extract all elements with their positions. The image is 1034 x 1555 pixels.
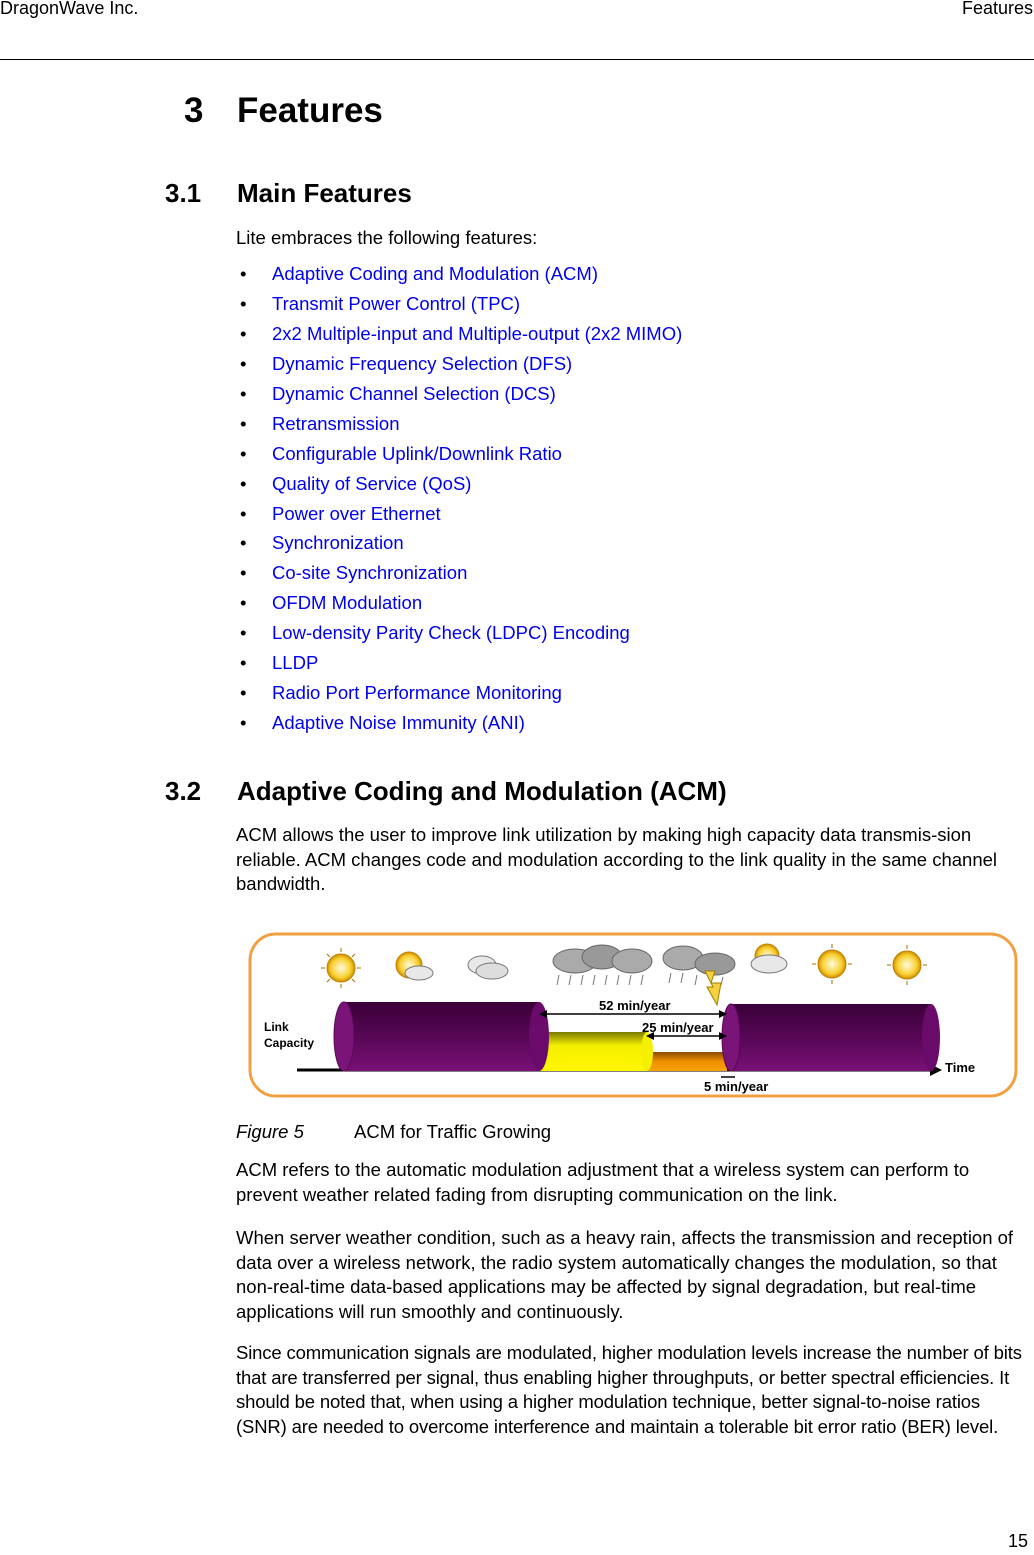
list-item: • Low-density Parity Check (LDPC) Encodin…: [236, 620, 682, 650]
list-item: • Adaptive Noise Immunity (ANI): [236, 710, 682, 740]
list-item: • Dynamic Frequency Selection (DFS): [236, 351, 682, 381]
section-3-2-heading: 3.2 Adaptive Coding and Modulation (ACM): [165, 776, 727, 807]
page-number: 15: [1007, 1531, 1028, 1551]
bullet: •: [240, 562, 247, 584]
list-item: • Co-site Synchronization: [236, 560, 682, 590]
high-capacity-cylinder-left: [344, 1002, 539, 1071]
list-item: • Transmit Power Control (TPC): [236, 291, 682, 321]
list-item: • Synchronization: [236, 530, 682, 560]
annotation-25: 25 min/year: [642, 1020, 714, 1035]
bullet: •: [240, 712, 247, 734]
cylinder-face: [333, 1001, 355, 1072]
bullet: •: [240, 412, 247, 434]
list-item: • Retransmission: [236, 411, 682, 441]
header-divider: [0, 59, 1034, 60]
feature-link[interactable]: Retransmission: [272, 411, 400, 441]
feature-list: • Adaptive Coding and Modulation (ACM) • T…: [236, 261, 682, 740]
feature-link[interactable]: Adaptive Coding and Modulation (ACM): [272, 261, 598, 291]
bullet: •: [240, 442, 247, 464]
feature-link[interactable]: Configurable Uplink/Downlink Ratio: [272, 441, 562, 471]
feature-link[interactable]: Synchronization: [272, 530, 404, 560]
annotation-5: 5 min/year: [704, 1079, 768, 1094]
bullet: •: [240, 352, 247, 374]
list-item: • Power over Ethernet: [236, 501, 682, 531]
sun-icon: [321, 948, 361, 988]
bullet: •: [240, 652, 247, 674]
list-item: • LLDP: [236, 650, 682, 680]
bullet: •: [240, 472, 247, 494]
list-item: • Adaptive Coding and Modulation (ACM): [236, 261, 682, 291]
bullet: •: [240, 592, 247, 614]
feature-link[interactable]: Adaptive Noise Immunity (ANI): [272, 710, 525, 740]
section-title: Adaptive Coding and Modulation (ACM): [237, 776, 727, 806]
annotation-52: 52 min/year: [599, 998, 671, 1013]
section-number: 3.2: [165, 776, 202, 806]
y-label-line1: Link: [264, 1020, 289, 1034]
section-intro: Lite embraces the following features:: [236, 227, 538, 248]
bullet: •: [240, 292, 247, 314]
feature-link[interactable]: LLDP: [272, 650, 318, 680]
list-item: • 2x2 Multiple-input and Multiple-output …: [236, 321, 682, 351]
feature-link[interactable]: Transmit Power Control (TPC): [272, 291, 520, 321]
list-item: • Radio Port Performance Monitoring: [236, 680, 682, 710]
paragraph-acm-definition: ACM refers to the automatic modulation a…: [236, 1159, 970, 1205]
list-item: • OFDM Modulation: [236, 590, 682, 620]
feature-link[interactable]: Dynamic Channel Selection (DCS): [272, 381, 556, 411]
figure-caption: Figure 5 ACM for Traffic Growing: [236, 1121, 551, 1143]
feature-link[interactable]: Radio Port Performance Monitoring: [272, 680, 562, 710]
chapter-title: 3 Features: [184, 91, 383, 131]
chapter-title-text: Features: [237, 91, 383, 130]
feature-link[interactable]: Power over Ethernet: [272, 501, 441, 531]
mid-capacity-bar: [537, 1032, 647, 1071]
bullet: •: [240, 682, 247, 704]
bullet: •: [240, 622, 247, 644]
list-item: • Quality of Service (QoS): [236, 471, 682, 501]
section-number: 3.1: [165, 178, 202, 208]
paragraph-acm-intro: ACM allows the user to improve link util…: [236, 824, 998, 895]
bullet: •: [240, 502, 247, 524]
y-label-line2: Capacity: [264, 1036, 314, 1050]
bullet: •: [240, 382, 247, 404]
header-section: Features: [961, 0, 1033, 18]
figure-label: Figure 5: [236, 1121, 304, 1142]
paragraph-modulation: Since communication signals are modulate…: [236, 1342, 1022, 1438]
feature-link[interactable]: Quality of Service (QoS): [272, 471, 471, 501]
feature-link[interactable]: 2x2 Multiple-input and Multiple-output (…: [272, 321, 682, 351]
bullet: •: [240, 322, 247, 344]
bullet: •: [240, 263, 247, 284]
x-label: Time: [945, 1060, 975, 1075]
feature-link[interactable]: Co-site Synchronization: [272, 560, 467, 590]
cylinder-end: [922, 1004, 940, 1071]
list-item: • Dynamic Channel Selection (DCS): [236, 381, 682, 411]
bullet: •: [240, 532, 247, 554]
chapter-number: 3: [184, 91, 204, 130]
acm-figure: 52 min/year 25 min/year 5 min/year Link …: [248, 932, 1018, 1098]
list-item: • Configurable Uplink/Downlink Ratio: [236, 441, 682, 471]
header-company: DragonWave Inc.: [0, 0, 139, 18]
paragraph-weather: When server weather condition, such as a…: [236, 1227, 1014, 1323]
feature-link[interactable]: Low-density Parity Check (LDPC) Encoding: [272, 620, 630, 650]
low-capacity-bar: [642, 1052, 727, 1071]
high-capacity-cylinder-right: [731, 1004, 931, 1071]
feature-link[interactable]: Dynamic Frequency Selection (DFS): [272, 351, 572, 381]
figure-caption-text: ACM for Traffic Growing: [354, 1121, 552, 1142]
section-title: Main Features: [237, 178, 412, 208]
feature-link[interactable]: OFDM Modulation: [272, 590, 422, 620]
section-3-1-heading: 3.1 Main Features: [165, 178, 412, 209]
